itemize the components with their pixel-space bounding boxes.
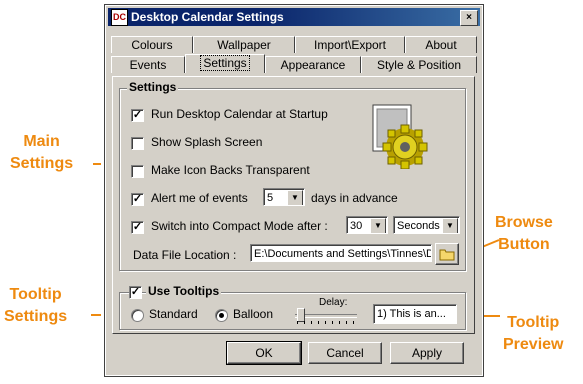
alert-days-value: 5 xyxy=(267,192,274,204)
tab-about-label: About xyxy=(425,38,457,52)
tab-settings[interactable]: Settings xyxy=(185,54,265,73)
settings-dialog: DC Desktop Calendar Settings × Colours W… xyxy=(104,4,484,377)
tooltip-preview-box: 1) This is an... xyxy=(373,304,457,324)
annotation-preview-line2: Preview xyxy=(503,336,564,353)
tab-style-position[interactable]: Style & Position xyxy=(361,56,477,73)
tab-colours[interactable]: Colours xyxy=(111,36,193,53)
delay-slider-ticks xyxy=(297,321,357,324)
annotation-browse-line1: Browse xyxy=(495,214,553,231)
delay-label: Delay: xyxy=(319,297,348,308)
alert-days-select[interactable]: 5 ▼ xyxy=(263,188,305,206)
tab-settings-label: Settings xyxy=(200,55,250,71)
annotation-preview-line1: Tooltip xyxy=(507,314,560,331)
data-file-input[interactable]: E:\Documents and Settings\Tinnes\De xyxy=(250,244,432,262)
use-tooltips-label[interactable]: Use Tooltips xyxy=(146,284,222,298)
tab-style-position-label: Style & Position xyxy=(376,58,462,72)
ok-button[interactable]: OK xyxy=(226,341,302,365)
annotation-tooltip-settings: Tooltip Settings xyxy=(4,284,67,328)
annotation-browse-line2: Button xyxy=(498,236,550,253)
tab-import-export[interactable]: Import\Export xyxy=(295,36,405,53)
delay-slider-thumb[interactable] xyxy=(297,308,305,322)
data-file-label: Data File Location : xyxy=(133,248,237,262)
app-icon: DC xyxy=(111,9,128,26)
settings-group-label: Settings xyxy=(127,80,179,94)
standard-radio[interactable] xyxy=(131,309,144,322)
balloon-radio[interactable] xyxy=(215,309,228,322)
delay-slider[interactable] xyxy=(295,308,359,325)
tab-panel: Settings ✓ Run Desktop Calendar at Start… xyxy=(112,76,475,334)
tab-events-label: Events xyxy=(129,58,167,72)
alert-checkbox[interactable]: ✓ xyxy=(131,193,144,206)
tab-about[interactable]: About xyxy=(405,36,477,53)
annotation-main-settings: Main Settings xyxy=(10,131,73,175)
apply-button[interactable]: Apply xyxy=(390,342,464,364)
alert-label[interactable]: Alert me of events xyxy=(151,191,248,205)
chevron-down-icon[interactable]: ▼ xyxy=(370,218,386,233)
compact-mode-label[interactable]: Switch into Compact Mode after : xyxy=(151,219,328,233)
standard-label[interactable]: Standard xyxy=(149,307,198,321)
browse-button[interactable] xyxy=(435,243,459,265)
annotation-browse-button: Browse Button xyxy=(495,212,553,256)
transparent-icons-label[interactable]: Make Icon Backs Transparent xyxy=(151,163,310,177)
balloon-label[interactable]: Balloon xyxy=(233,307,273,321)
tab-wallpaper[interactable]: Wallpaper xyxy=(193,36,295,53)
annotation-tooltip-connector xyxy=(91,314,101,316)
compact-mode-checkbox[interactable]: ✓ xyxy=(131,221,144,234)
annotation-main-connector xyxy=(93,163,101,165)
show-splash-label[interactable]: Show Splash Screen xyxy=(151,135,262,149)
annotation-tooltip-preview: Tooltip Preview xyxy=(503,312,563,356)
compact-mode-amount-value: 30 xyxy=(350,220,363,232)
tab-appearance[interactable]: Appearance xyxy=(265,56,361,73)
tab-import-export-label: Import\Export xyxy=(313,38,387,52)
show-splash-checkbox[interactable] xyxy=(131,137,144,150)
folder-icon xyxy=(439,249,455,261)
compact-mode-unit-select[interactable]: Seconds ▼ xyxy=(393,216,460,234)
annotation-tooltip-line2: Settings xyxy=(4,308,68,325)
run-at-startup-label[interactable]: Run Desktop Calendar at Startup xyxy=(151,107,328,121)
title-bar[interactable]: DC Desktop Calendar Settings × xyxy=(108,8,480,26)
tab-wallpaper-label: Wallpaper xyxy=(217,38,271,52)
alert-suffix: days in advance xyxy=(311,191,398,205)
tab-colours-label: Colours xyxy=(131,38,173,52)
annotation-main-line1: Main xyxy=(23,133,60,150)
tab-events[interactable]: Events xyxy=(111,56,185,73)
chevron-down-icon[interactable]: ▼ xyxy=(287,190,303,205)
gear-icon xyxy=(372,104,428,169)
window-title: Desktop Calendar Settings xyxy=(131,10,284,24)
tab-appearance-label: Appearance xyxy=(280,58,346,72)
cancel-button[interactable]: Cancel xyxy=(308,342,382,364)
chevron-down-icon[interactable]: ▼ xyxy=(442,218,458,233)
transparent-icons-checkbox[interactable] xyxy=(131,165,144,178)
use-tooltips-checkbox[interactable]: ✓ xyxy=(129,286,142,299)
run-at-startup-checkbox[interactable]: ✓ xyxy=(131,109,144,122)
compact-mode-amount-select[interactable]: 30 ▼ xyxy=(346,216,388,234)
annotation-tooltip-line1: Tooltip xyxy=(9,286,62,303)
close-button[interactable]: × xyxy=(460,10,478,26)
annotation-main-line2: Settings xyxy=(10,155,74,172)
compact-mode-unit-value: Seconds xyxy=(397,220,440,232)
